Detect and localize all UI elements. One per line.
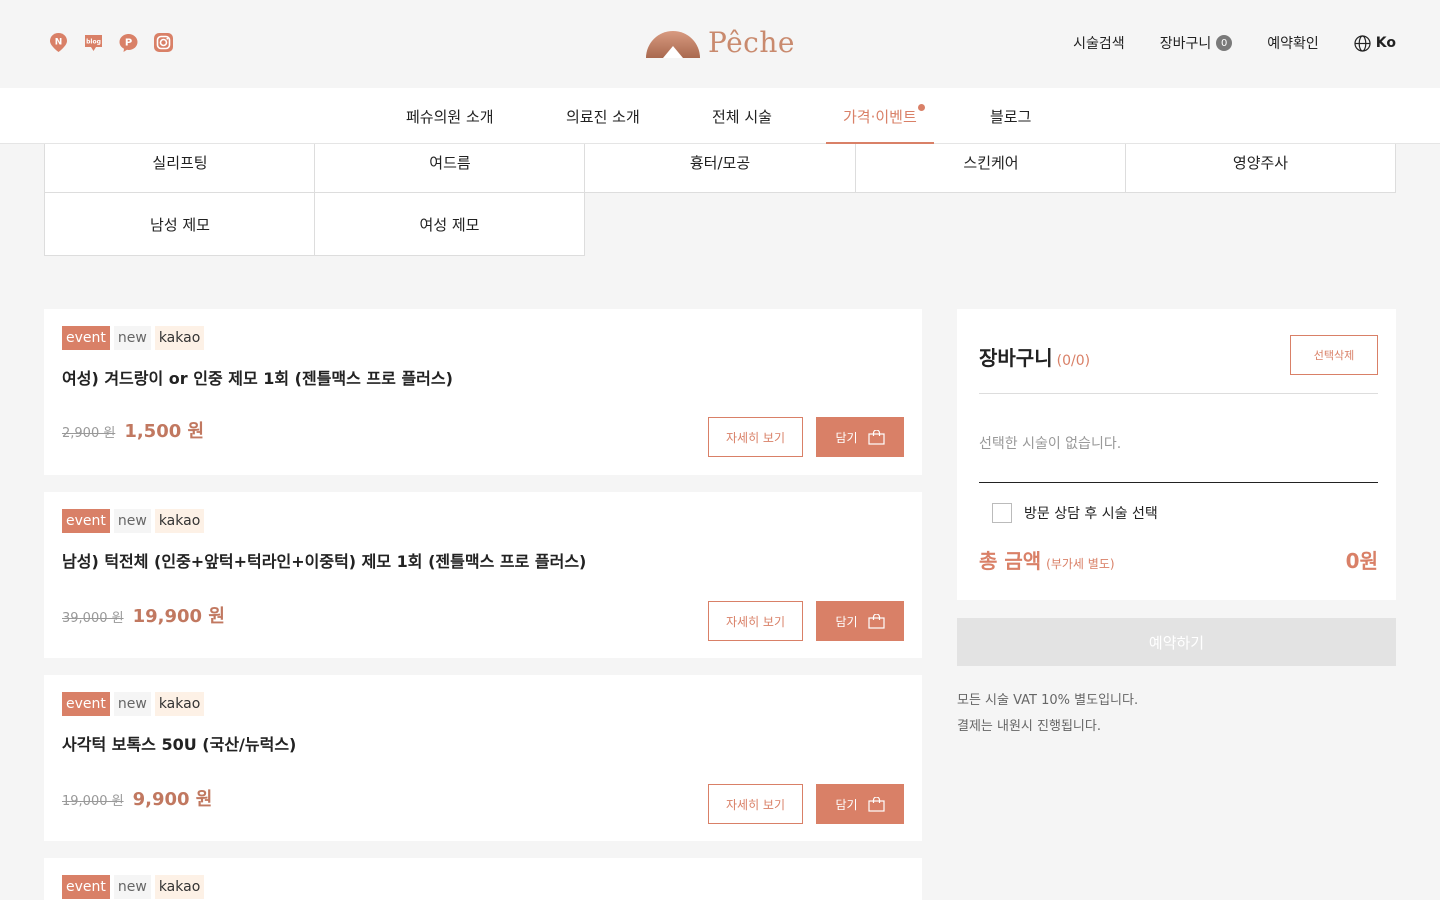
product-title: 남성) 턱전체 (인중+앞턱+턱라인+이중턱) 제모 1회 (젠틀맥스 프로 플… xyxy=(62,552,587,571)
blog-icon[interactable]: blog xyxy=(83,32,104,53)
kakao-tag: kakao xyxy=(154,692,205,716)
vat-notice: 모든 시술 VAT 10% 별도입니다. xyxy=(957,693,1139,708)
category-thread-lifting[interactable]: 실리프팅 xyxy=(44,144,315,193)
new-tag: new xyxy=(113,692,151,716)
nav-about-clinic[interactable]: 페슈의원 소개 xyxy=(406,88,494,144)
view-detail-button[interactable]: 자세히 보기 xyxy=(708,784,803,824)
product-card: event new kakao 여성) 겨드랑이 or 인중 제모 1회 (젠틀… xyxy=(44,309,922,475)
nav-all-treatments[interactable]: 전체 시술 xyxy=(712,88,772,144)
sale-price: 9,900 원 xyxy=(132,789,213,810)
consult-checkbox[interactable] xyxy=(992,503,1012,523)
search-link[interactable]: 시술검색 xyxy=(1073,33,1125,53)
product-card: event new kakao 사각턱 보톡스 50U (국산/뉴럭스) 19,… xyxy=(44,675,922,841)
original-price: 19,000 원 xyxy=(62,794,124,809)
sale-price: 1,500 원 xyxy=(124,421,205,442)
logo-mountain-icon xyxy=(646,31,700,58)
language-selector[interactable]: Ko xyxy=(1354,34,1396,52)
utility-menu: 시술검색 장바구니 0 예약확인 Ko xyxy=(1073,33,1396,53)
reservation-check-link[interactable]: 예약확인 xyxy=(1267,33,1319,53)
category-scar-pore[interactable]: 흉터/모공 xyxy=(584,144,855,193)
add-to-cart-button[interactable]: 담기 xyxy=(816,784,904,824)
cart-link[interactable]: 장바구니 0 xyxy=(1160,33,1233,53)
original-price: 2,900 원 xyxy=(62,426,116,441)
shopping-bag-icon xyxy=(867,796,885,812)
add-to-cart-label: 담기 xyxy=(835,430,858,445)
new-indicator-dot xyxy=(917,104,925,111)
main-nav: 페슈의원 소개 의료진 소개 전체 시술 가격·이벤트 블로그 xyxy=(0,88,1440,145)
instagram-icon[interactable] xyxy=(153,32,174,53)
cart-link-label: 장바구니 xyxy=(1159,36,1212,52)
original-price: 39,000 원 xyxy=(62,611,124,626)
total-amount-label: 총 금액 xyxy=(979,549,1042,573)
product-price: 19,000 원 9,900 원 xyxy=(62,785,212,811)
nav-blog[interactable]: 블로그 xyxy=(990,88,1031,144)
cart-title: 장바구니 (0/0) xyxy=(979,342,1090,371)
product-card: event new kakao 남성) 턱전체 (인중+앞턱+턱라인+이중턱) … xyxy=(44,492,922,658)
product-tags: event new kakao xyxy=(62,692,205,716)
payment-notice: 결제는 내원시 진행됩니다. xyxy=(957,719,1101,734)
new-tag: new xyxy=(113,875,151,899)
consult-checkbox-label: 방문 상담 후 시술 선택 xyxy=(1024,506,1158,522)
brand-logo[interactable]: Pêche xyxy=(646,28,795,58)
product-card: event new kakao xyxy=(44,858,922,900)
sale-price: 19,900 원 xyxy=(132,606,225,627)
kakao-tag: kakao xyxy=(154,326,205,350)
kakao-tag: kakao xyxy=(154,509,205,533)
nav-medical-staff[interactable]: 의료진 소개 xyxy=(566,88,640,144)
view-detail-button[interactable]: 자세히 보기 xyxy=(708,417,803,457)
product-title: 사각턱 보톡스 50U (국산/뉴럭스) xyxy=(62,735,297,754)
product-title: 여성) 겨드랑이 or 인중 제모 1회 (젠틀맥스 프로 플러스) xyxy=(62,369,453,388)
cart-notes: 모든 시술 VAT 10% 별도입니다. 결제는 내원시 진행됩니다. xyxy=(957,688,1138,740)
divider xyxy=(979,393,1378,394)
product-price: 2,900 원 1,500 원 xyxy=(62,417,204,443)
brand-name: Pêche xyxy=(708,26,795,59)
event-tag: event xyxy=(62,509,110,533)
nav-price-event-label: 가격·이벤트 xyxy=(843,107,917,126)
naver-map-icon[interactable]: N xyxy=(48,32,69,53)
add-to-cart-button[interactable]: 담기 xyxy=(816,601,904,641)
consult-option[interactable]: 방문 상담 후 시술 선택 xyxy=(992,503,1158,523)
reserve-button[interactable]: 예약하기 xyxy=(957,618,1396,666)
nav-price-event[interactable]: 가격·이벤트 xyxy=(826,88,934,145)
top-header: N blog P Pêche 시술검색 장바구니 0 예약확인 Ko xyxy=(0,0,1440,88)
add-to-cart-button[interactable]: 담기 xyxy=(816,417,904,457)
naver-pay-icon[interactable]: P xyxy=(118,32,139,53)
product-tags: event new kakao xyxy=(62,509,205,533)
shopping-bag-icon xyxy=(867,613,885,629)
new-tag: new xyxy=(113,326,151,350)
globe-icon xyxy=(1354,34,1371,52)
view-detail-button[interactable]: 자세히 보기 xyxy=(708,601,803,641)
product-tags: event new kakao xyxy=(62,326,205,350)
total-amount-row: 총 금액 (부가세 별도) 0원 xyxy=(979,545,1378,574)
category-nutrient-injection[interactable]: 영양주사 xyxy=(1125,144,1396,193)
event-tag: event xyxy=(62,875,110,899)
delete-selected-button[interactable]: 선택삭제 xyxy=(1290,335,1378,375)
svg-text:blog: blog xyxy=(86,39,101,46)
product-price: 39,000 원 19,900 원 xyxy=(62,602,225,628)
cart-selected-count: (0/0) xyxy=(1056,353,1091,369)
category-acne[interactable]: 여드름 xyxy=(314,144,585,193)
category-skincare[interactable]: 스킨케어 xyxy=(855,144,1126,193)
kakao-tag: kakao xyxy=(154,875,205,899)
language-label: Ko xyxy=(1375,35,1396,51)
cart-empty-message: 선택한 시술이 없습니다. xyxy=(979,436,1122,452)
cart-count-badge: 0 xyxy=(1216,35,1233,51)
svg-text:P: P xyxy=(125,38,132,49)
cart-title-label: 장바구니 xyxy=(979,346,1053,370)
cart-panel: 장바구니 (0/0) 선택삭제 선택한 시술이 없습니다. 방문 상담 후 시술 … xyxy=(957,309,1396,600)
event-tag: event xyxy=(62,692,110,716)
event-tag: event xyxy=(62,326,110,350)
add-to-cart-label: 담기 xyxy=(835,614,858,629)
total-amount-value: 0원 xyxy=(1345,549,1378,573)
social-links: N blog P xyxy=(48,32,174,53)
svg-text:N: N xyxy=(55,38,63,48)
category-male-hair-removal[interactable]: 남성 제모 xyxy=(44,193,315,256)
vat-note: (부가세 별도) xyxy=(1046,557,1115,571)
divider xyxy=(979,482,1378,483)
add-to-cart-label: 담기 xyxy=(835,797,858,812)
category-female-hair-removal[interactable]: 여성 제모 xyxy=(314,193,585,256)
product-tags: event new kakao xyxy=(62,875,205,899)
shopping-bag-icon xyxy=(867,429,885,445)
new-tag: new xyxy=(113,509,151,533)
